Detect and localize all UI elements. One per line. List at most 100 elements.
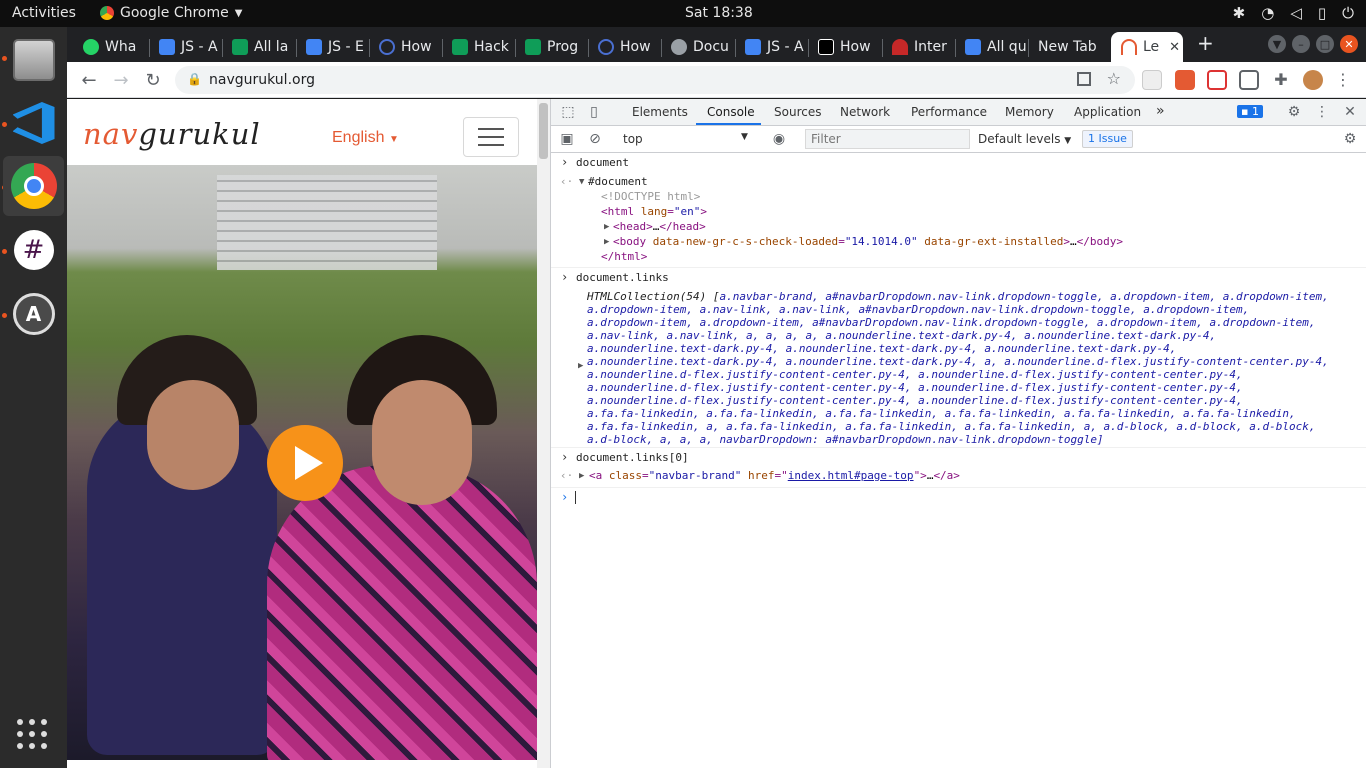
more-tabs-button[interactable]: » xyxy=(1156,103,1165,119)
battery-icon[interactable]: ▯ xyxy=(1318,4,1326,22)
result-arrow-icon: ‹· xyxy=(560,175,574,188)
lock-icon[interactable]: 🔒 xyxy=(187,72,202,86)
live-expression-eye-icon[interactable]: ◉ xyxy=(770,130,788,148)
new-tab-button[interactable]: + xyxy=(1197,31,1214,55)
log-levels-dropdown[interactable]: Default levels ▼ xyxy=(978,132,1071,146)
context-selector[interactable]: top ▼ xyxy=(623,132,753,146)
address-bar[interactable]: 🔒 navgurukul.org ☆ xyxy=(175,66,1135,94)
tab-docs-3[interactable]: JS - A xyxy=(735,32,807,62)
tab-whatsapp[interactable]: Wha xyxy=(73,32,147,62)
html-close-node[interactable]: </html> xyxy=(601,250,647,263)
code-extension-icon[interactable] xyxy=(1239,70,1259,90)
close-tab-icon[interactable]: ✕ xyxy=(1169,40,1180,55)
tab-docs-2[interactable]: JS - E xyxy=(296,32,368,62)
tab-interview[interactable]: Inter xyxy=(882,32,954,62)
forward-icon[interactable]: → xyxy=(109,68,133,92)
devtools-menu-icon[interactable]: ⋮ xyxy=(1313,103,1331,121)
console-input-caret[interactable] xyxy=(575,491,576,504)
console-filter-input[interactable]: Filter xyxy=(805,129,970,149)
extension-icon[interactable] xyxy=(1142,70,1162,90)
console-output[interactable]: › document ‹· ▼ #document <!DOCTYPE html… xyxy=(551,153,1366,768)
issues-chip[interactable]: 1 Issue xyxy=(1082,130,1133,148)
sidebar-toggle-icon[interactable]: ▣ xyxy=(558,130,576,148)
html-attr-value: "en" xyxy=(673,205,701,218)
tab-docs-1[interactable]: JS - A xyxy=(149,32,221,62)
hero-video[interactable] xyxy=(67,165,537,760)
expand-triangle-icon[interactable]: ▶ xyxy=(579,471,584,481)
expand-triangle-icon[interactable]: ▶ xyxy=(604,237,609,247)
minimize-icon[interactable]: – xyxy=(1292,35,1310,53)
language-dropdown[interactable]: English ▼ xyxy=(332,129,399,147)
html-tag-name: html xyxy=(607,205,635,218)
show-applications-icon[interactable] xyxy=(17,719,47,749)
expand-triangle-icon[interactable]: ▶ xyxy=(578,361,583,371)
tab-search-icon[interactable]: ▼ xyxy=(1268,35,1286,53)
system-tray[interactable]: ✱ ◔ ◁ ▯ ⏻ xyxy=(1233,4,1354,22)
chrome-icon[interactable] xyxy=(3,156,64,216)
files-icon[interactable] xyxy=(3,30,64,90)
html-node[interactable]: <html lang="en"> xyxy=(601,205,707,218)
close-devtools-icon[interactable]: ✕ xyxy=(1341,103,1359,121)
console-settings-icon[interactable]: ⚙ xyxy=(1341,130,1359,148)
tab-sheets-1[interactable]: All la xyxy=(222,32,295,62)
activities-button[interactable]: Activities xyxy=(12,5,76,21)
tab-label: JS - E xyxy=(328,39,364,55)
tab-how-1[interactable]: How xyxy=(369,32,441,62)
extension-off-icon[interactable] xyxy=(1175,70,1195,90)
close-window-icon[interactable]: ✕ xyxy=(1340,35,1358,53)
tab-sheets-2[interactable]: Hack xyxy=(442,32,514,62)
scrollbar-thumb[interactable] xyxy=(539,103,548,159)
tab-new-tab[interactable]: New Tab xyxy=(1028,32,1108,62)
sheets-icon xyxy=(232,39,248,55)
wifi-icon[interactable]: ◔ xyxy=(1261,4,1274,22)
maximize-icon[interactable]: □ xyxy=(1316,35,1334,53)
issues-badge[interactable]: ▪ 1 xyxy=(1237,105,1263,118)
body-node[interactable]: <body data-new-gr-c-s-check-loaded="14.1… xyxy=(613,235,1123,248)
devtools-tab-console[interactable]: Console xyxy=(707,105,755,119)
hamburger-menu-button[interactable] xyxy=(463,117,519,157)
power-menu-icon[interactable]: ⏻ xyxy=(1342,4,1354,22)
tab-active-navgurukul[interactable]: Le ✕ xyxy=(1111,32,1183,62)
back-icon[interactable]: ← xyxy=(77,68,101,92)
play-video-icon[interactable] xyxy=(267,425,343,501)
devtools-tab-elements[interactable]: Elements xyxy=(632,105,688,119)
head-node[interactable]: <head>…</head> xyxy=(613,220,706,233)
expand-triangle-icon[interactable]: ▼ xyxy=(579,177,584,187)
settings-gear-icon[interactable]: ⚙ xyxy=(1285,103,1303,121)
bookmark-star-icon[interactable]: ☆ xyxy=(1107,69,1121,88)
devtools-tab-performance[interactable]: Performance xyxy=(911,105,987,119)
site-logo[interactable]: navgurukul xyxy=(83,117,261,151)
clock[interactable]: Sat 18:38 xyxy=(685,5,753,21)
slack-tray-icon[interactable]: ✱ xyxy=(1233,4,1246,22)
devtools-tab-sources[interactable]: Sources xyxy=(774,105,821,119)
devtools-tab-application[interactable]: Application xyxy=(1074,105,1141,119)
expand-triangle-icon[interactable]: ▶ xyxy=(604,222,609,232)
devtools-tab-bar: ⬚ ▯ Elements Console Sources Network Per… xyxy=(551,99,1366,126)
qr-code-icon[interactable] xyxy=(1077,72,1091,86)
inspect-element-icon[interactable]: ⬚ xyxy=(559,103,577,121)
doctype-node[interactable]: <!DOCTYPE html> xyxy=(601,190,700,203)
screencast-extension-icon[interactable] xyxy=(1207,70,1227,90)
tab-medium[interactable]: How xyxy=(808,32,881,62)
devtools-tab-memory[interactable]: Memory xyxy=(1005,105,1054,119)
tab-how-2[interactable]: How xyxy=(588,32,660,62)
profile-avatar[interactable] xyxy=(1303,70,1323,90)
page-scrollbar[interactable] xyxy=(537,99,550,768)
vscode-icon[interactable] xyxy=(3,93,64,153)
slack-icon[interactable]: # xyxy=(3,220,64,280)
anchor-href-link[interactable]: index.html#page-top xyxy=(788,469,914,482)
anchor-node[interactable]: <a class="navbar-brand" href="index.html… xyxy=(589,469,960,482)
devtools-tab-network[interactable]: Network xyxy=(840,105,890,119)
kebab-menu-icon[interactable]: ⋮ xyxy=(1333,70,1353,90)
tab-sheets-3[interactable]: Prog xyxy=(515,32,587,62)
puzzle-extensions-icon[interactable]: ✚ xyxy=(1271,70,1291,90)
tab-docs-4[interactable]: All qu xyxy=(955,32,1027,62)
reload-icon[interactable]: ↻ xyxy=(141,68,165,92)
device-toolbar-icon[interactable]: ▯ xyxy=(585,103,603,121)
clear-console-icon[interactable]: ⊘ xyxy=(586,130,604,148)
app-menu[interactable]: Google Chrome ▼ xyxy=(100,5,242,21)
document-node[interactable]: #document xyxy=(588,175,648,188)
software-updater-icon[interactable]: A xyxy=(3,284,64,344)
volume-muted-icon[interactable]: ◁ xyxy=(1290,4,1302,22)
tab-document[interactable]: Docu xyxy=(661,32,734,62)
